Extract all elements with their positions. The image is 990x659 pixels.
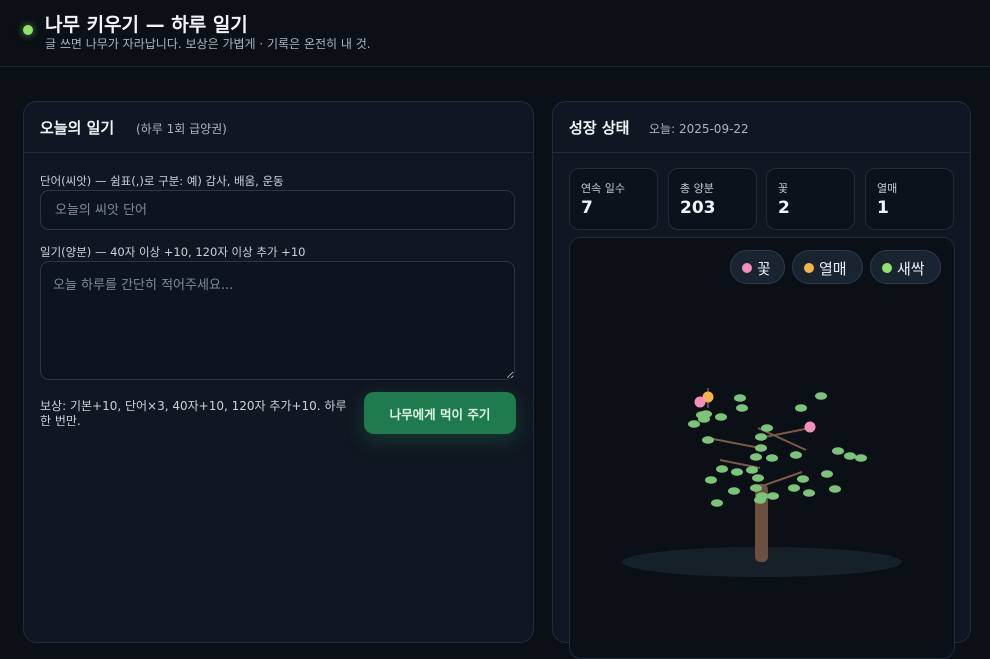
status-dot-icon [23, 25, 33, 35]
flower-icon [694, 396, 706, 408]
stat-fruits: 열매 1 [865, 168, 954, 230]
leaf-icon [767, 492, 779, 500]
leaf-icon [766, 454, 778, 462]
stat-label: 꽃 [778, 182, 789, 195]
leaf-icon [705, 476, 717, 484]
leaf-icon [815, 392, 827, 400]
leaf-icon [829, 485, 841, 493]
leaf-icon [715, 413, 727, 421]
feed-tree-button[interactable]: 나무에게 먹이 주기 [364, 392, 516, 434]
diary-title: 오늘의 일기 [40, 119, 115, 137]
diary-panel-header: 오늘의 일기 (하루 1회 급양권) [24, 102, 533, 153]
fruit-dot-icon [804, 263, 814, 273]
stat-value: 203 [680, 198, 716, 218]
leaf-icon [755, 444, 767, 452]
leaf-icon [750, 453, 762, 461]
app-title: 나무 키우기 — 하루 일기 [45, 14, 248, 36]
leaf-icon [795, 404, 807, 412]
legend-label-sprout: 새싹 [897, 260, 925, 278]
sprout-dot-icon [882, 263, 892, 273]
leaf-icon [716, 465, 728, 473]
leaf-icon [746, 466, 758, 474]
legend-chip-fruit[interactable]: 열매 [792, 250, 863, 284]
leaf-icon [736, 404, 748, 412]
diary-entry-label: 일기(양분) — 40자 이상 +10, 120자 이상 추가 +10 [40, 245, 306, 259]
stat-streak-days: 연속 일수 7 [569, 168, 658, 230]
growth-panel: 성장 상태 오늘: 2025-09-22 연속 일수 7 총 양분 203 꽃 … [552, 101, 971, 659]
leaf-icon [832, 447, 844, 455]
leaf-icon [797, 475, 809, 483]
legend-label-fruit: 열매 [819, 260, 847, 278]
growth-panel-header: 성장 상태 오늘: 2025-09-22 [553, 102, 970, 153]
stat-label: 연속 일수 [581, 182, 625, 195]
seed-words-label: 단어(씨앗) — 쉼표(,)로 구분: 예) 감사, 배움, 운동 [40, 174, 284, 188]
leaf-icon [688, 420, 700, 428]
leaf-icon [700, 410, 712, 418]
stat-value: 7 [581, 198, 593, 218]
leaf-icon [752, 474, 764, 482]
tree-branch [761, 471, 803, 487]
stat-label: 총 양분 [680, 182, 714, 195]
stat-label: 열매 [877, 182, 898, 195]
today-date: 오늘: 2025-09-22 [649, 122, 749, 136]
stat-value: 1 [877, 198, 889, 218]
leaf-icon [761, 424, 773, 432]
reward-description: 보상: 기본+10, 단어×3, 40자+10, 120자 추가+10. 하루 … [40, 399, 347, 428]
leaf-icon [728, 487, 740, 495]
leaf-icon [755, 433, 767, 441]
top-bar: 나무 키우기 — 하루 일기 글 쓰면 나무가 자라납니다. 보상은 가볍게 ·… [0, 0, 990, 67]
stat-value: 2 [778, 198, 790, 218]
leaf-icon [731, 468, 743, 476]
leaf-icon [855, 454, 867, 462]
legend-label-flower: 꽃 [757, 260, 771, 278]
flower-icon [804, 421, 816, 433]
legend-chip-sprout[interactable]: 새싹 [870, 250, 941, 284]
diary-note: (하루 1회 급양권) [136, 122, 227, 136]
leaf-icon [734, 394, 746, 402]
tree-canvas: 꽃 열매 새싹 [569, 237, 955, 659]
stat-flowers: 꽃 2 [766, 168, 855, 230]
leaf-icon [803, 489, 815, 497]
tree-illustration [622, 388, 902, 577]
legend-chip-flower[interactable]: 꽃 [730, 250, 785, 284]
growth-title: 성장 상태 [569, 119, 630, 137]
leaf-icon [750, 484, 762, 492]
leaf-icon [844, 452, 856, 460]
app-subtitle: 글 쓰면 나무가 자라납니다. 보상은 가볍게 · 기록은 온전히 내 것. [45, 37, 371, 51]
leaf-icon [702, 436, 714, 444]
leaf-icon [754, 496, 766, 504]
stat-total-nutrients: 총 양분 203 [668, 168, 757, 230]
leaf-icon [790, 451, 802, 459]
flower-dot-icon [742, 263, 752, 273]
tree-branch [707, 437, 761, 449]
leaf-icon [821, 470, 833, 478]
diary-entry-textarea[interactable] [40, 261, 515, 380]
leaf-icon [788, 484, 800, 492]
diary-panel: 오늘의 일기 (하루 1회 급양권) 단어(씨앗) — 쉼표(,)로 구분: 예… [23, 101, 534, 643]
leaf-icon [711, 499, 723, 507]
seed-words-input[interactable] [40, 190, 515, 230]
